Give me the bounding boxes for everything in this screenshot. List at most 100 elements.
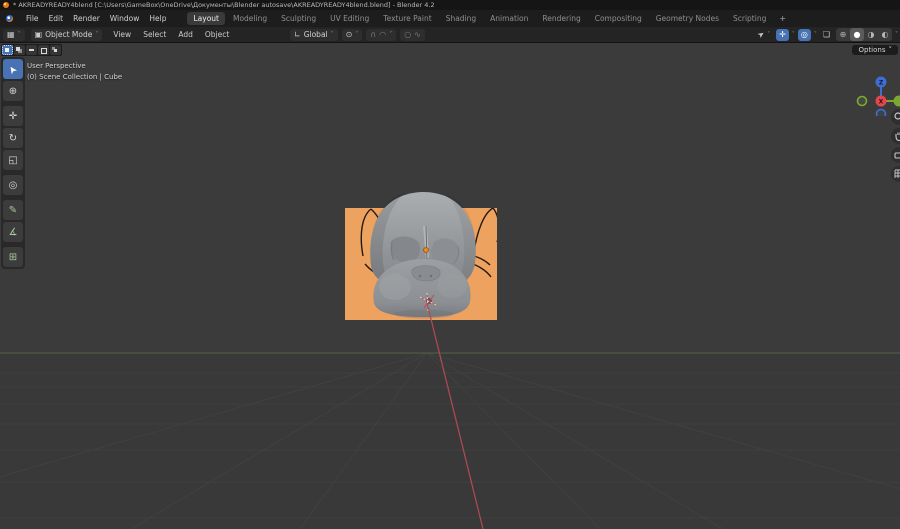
select-subtract-icon[interactable] (26, 45, 37, 55)
magnifier-icon (894, 112, 900, 120)
select-extend-icon[interactable] (14, 45, 25, 55)
gizmo-x-label: X (879, 99, 884, 106)
tool-select-box[interactable]: ➤ (3, 59, 23, 79)
show-object-types-dropdown[interactable]: ➤ ˅ (755, 28, 773, 41)
overlays-icon: ◎ (800, 29, 808, 39)
shading-solid-button[interactable]: ● (850, 28, 864, 41)
select-invert-icon[interactable] (38, 45, 49, 55)
mode-dropdown[interactable]: ▣ Object Mode ˅ (30, 28, 103, 41)
tab-layout[interactable]: Layout (187, 12, 225, 25)
transform-icon: ◎ (8, 179, 18, 191)
chevron-down-icon: ˅ (895, 30, 898, 38)
title-bar: * AKREADYREADY4blend [C:\Users\GameBox\O… (0, 0, 900, 10)
editor-type-dropdown[interactable]: ▦ ˅ (3, 28, 25, 41)
tool-move[interactable]: ✛ (3, 106, 23, 126)
shading-wireframe-button[interactable]: ⊕ (836, 28, 850, 41)
add-cube-icon: ⊞ (8, 251, 18, 263)
viewport-menu-select[interactable]: Select (138, 28, 171, 41)
chin-shadow (394, 309, 454, 319)
tool-rotate[interactable]: ↻ (3, 128, 23, 148)
tab-sculpting[interactable]: Sculpting (275, 12, 322, 25)
chevron-down-icon: ˅ (17, 30, 21, 38)
gizmo-y-neg-axis[interactable] (856, 95, 868, 107)
pivot-point-dropdown[interactable]: ⊙ ˅ (341, 28, 363, 41)
window-title: * AKREADYREADY4blend [C:\Users\GameBox\O… (13, 1, 435, 9)
menu-file[interactable]: File (21, 12, 44, 25)
snap-with-icon[interactable]: ◠ (379, 30, 386, 39)
viewport-nav-buttons (891, 109, 900, 182)
gizmo-z-label: Z (879, 80, 884, 87)
tab-shading[interactable]: Shading (440, 12, 482, 25)
pan-view-button[interactable] (891, 128, 900, 144)
show-overlays-toggle[interactable]: ◎ (797, 28, 811, 41)
tool-cursor[interactable]: ⊕ (3, 81, 23, 101)
magnet-icon[interactable]: ∩ (370, 30, 376, 39)
tool-scale[interactable]: ◱ (3, 150, 23, 170)
tool-add-cube[interactable]: ⊞ (3, 247, 23, 267)
gizmo-z-neg-axis[interactable] (875, 108, 887, 117)
material-preview-icon: ◑ (867, 30, 875, 39)
orientation-axes-icon: ∟ (294, 29, 301, 39)
move-icon: ✛ (8, 110, 18, 122)
tab-compositing[interactable]: Compositing (589, 12, 648, 25)
tab-rendering[interactable]: Rendering (536, 12, 586, 25)
orthographic-toggle-button[interactable] (891, 166, 900, 182)
viewport-header: ▦ ˅ ▣ Object Mode ˅ View Select Add Obje… (0, 27, 900, 43)
viewport-menu-add[interactable]: Add (173, 28, 198, 41)
navigation-gizmo[interactable]: Z X (852, 56, 900, 116)
select-set-icon[interactable] (2, 45, 13, 55)
nose (411, 265, 441, 282)
transform-orientation-dropdown[interactable]: ∟ Global ˅ (290, 28, 338, 41)
tab-uv-editing[interactable]: UV Editing (324, 12, 375, 25)
xray-toggle[interactable]: ❏ (820, 29, 833, 41)
orientation-label: Global (303, 30, 328, 39)
select-intersect-icon[interactable] (50, 45, 61, 55)
tool-options-dropdown[interactable]: Options ˅ (852, 45, 898, 55)
viewport-menu-view[interactable]: View (108, 28, 136, 41)
shading-material-button[interactable]: ◑ (864, 28, 878, 41)
proportional-edit-icon[interactable]: ○ (404, 30, 411, 39)
viewport-3d[interactable]: Options ˅ ➤ ⊕ ✛ ↻ ◱ ◎ ✎ ∡ ⊞ User Perspec… (0, 43, 900, 529)
object-origin-dot (423, 247, 429, 253)
tool-annotate[interactable]: ✎ (3, 200, 23, 220)
tool-measure[interactable]: ∡ (3, 222, 23, 242)
blender-menu-icon[interactable] (4, 14, 15, 23)
menu-edit[interactable]: Edit (44, 12, 69, 25)
rotate-icon: ↻ (8, 132, 18, 144)
cursor-3d-icon: ⊕ (8, 85, 18, 97)
chevron-down-icon: ˅ (791, 30, 795, 38)
menu-help[interactable]: Help (144, 12, 171, 25)
menu-render[interactable]: Render (68, 12, 105, 25)
camera-view-button[interactable] (891, 147, 900, 163)
editor-type-icon: ▦ (7, 29, 15, 39)
snapping-group: ∩ ◠ ˅ (366, 28, 397, 41)
perspective-label: User Perspective (27, 62, 86, 70)
show-gizmo-toggle[interactable]: ✛ (776, 28, 789, 41)
zoom-view-button[interactable] (891, 109, 900, 125)
gizmo-icon: ✛ (779, 29, 786, 39)
xray-icon: ❏ (822, 29, 830, 39)
chevron-down-icon: ˅ (767, 30, 771, 38)
collection-label: (0) Scene Collection | Cube (27, 73, 123, 81)
chevron-down-icon: ˅ (813, 30, 817, 38)
wireframe-icon: ⊕ (839, 30, 847, 39)
gizmo-y-axis[interactable] (893, 95, 900, 107)
scene-canvas[interactable] (0, 43, 900, 529)
tab-scripting[interactable]: Scripting (727, 12, 772, 25)
hand-icon (895, 132, 900, 141)
falloff-curve-icon[interactable]: ∿ (414, 30, 421, 39)
grid-icon (894, 169, 900, 178)
measure-icon: ∡ (8, 226, 18, 238)
viewport-info-text: User Perspective (0) Scene Collection | … (27, 61, 122, 83)
tab-modeling[interactable]: Modeling (227, 12, 273, 25)
blender-logo-icon (3, 2, 9, 8)
shading-rendered-button[interactable]: ◐ (878, 28, 892, 41)
tab-geometry-nodes[interactable]: Geometry Nodes (650, 12, 725, 25)
rendered-icon: ◐ (881, 30, 889, 39)
tab-texture-paint[interactable]: Texture Paint (377, 12, 437, 25)
tool-transform[interactable]: ◎ (3, 175, 23, 195)
menu-window[interactable]: Window (105, 12, 145, 25)
viewport-menu-object[interactable]: Object (200, 28, 234, 41)
add-workspace-button[interactable]: + (774, 13, 791, 24)
tab-animation[interactable]: Animation (484, 12, 534, 25)
